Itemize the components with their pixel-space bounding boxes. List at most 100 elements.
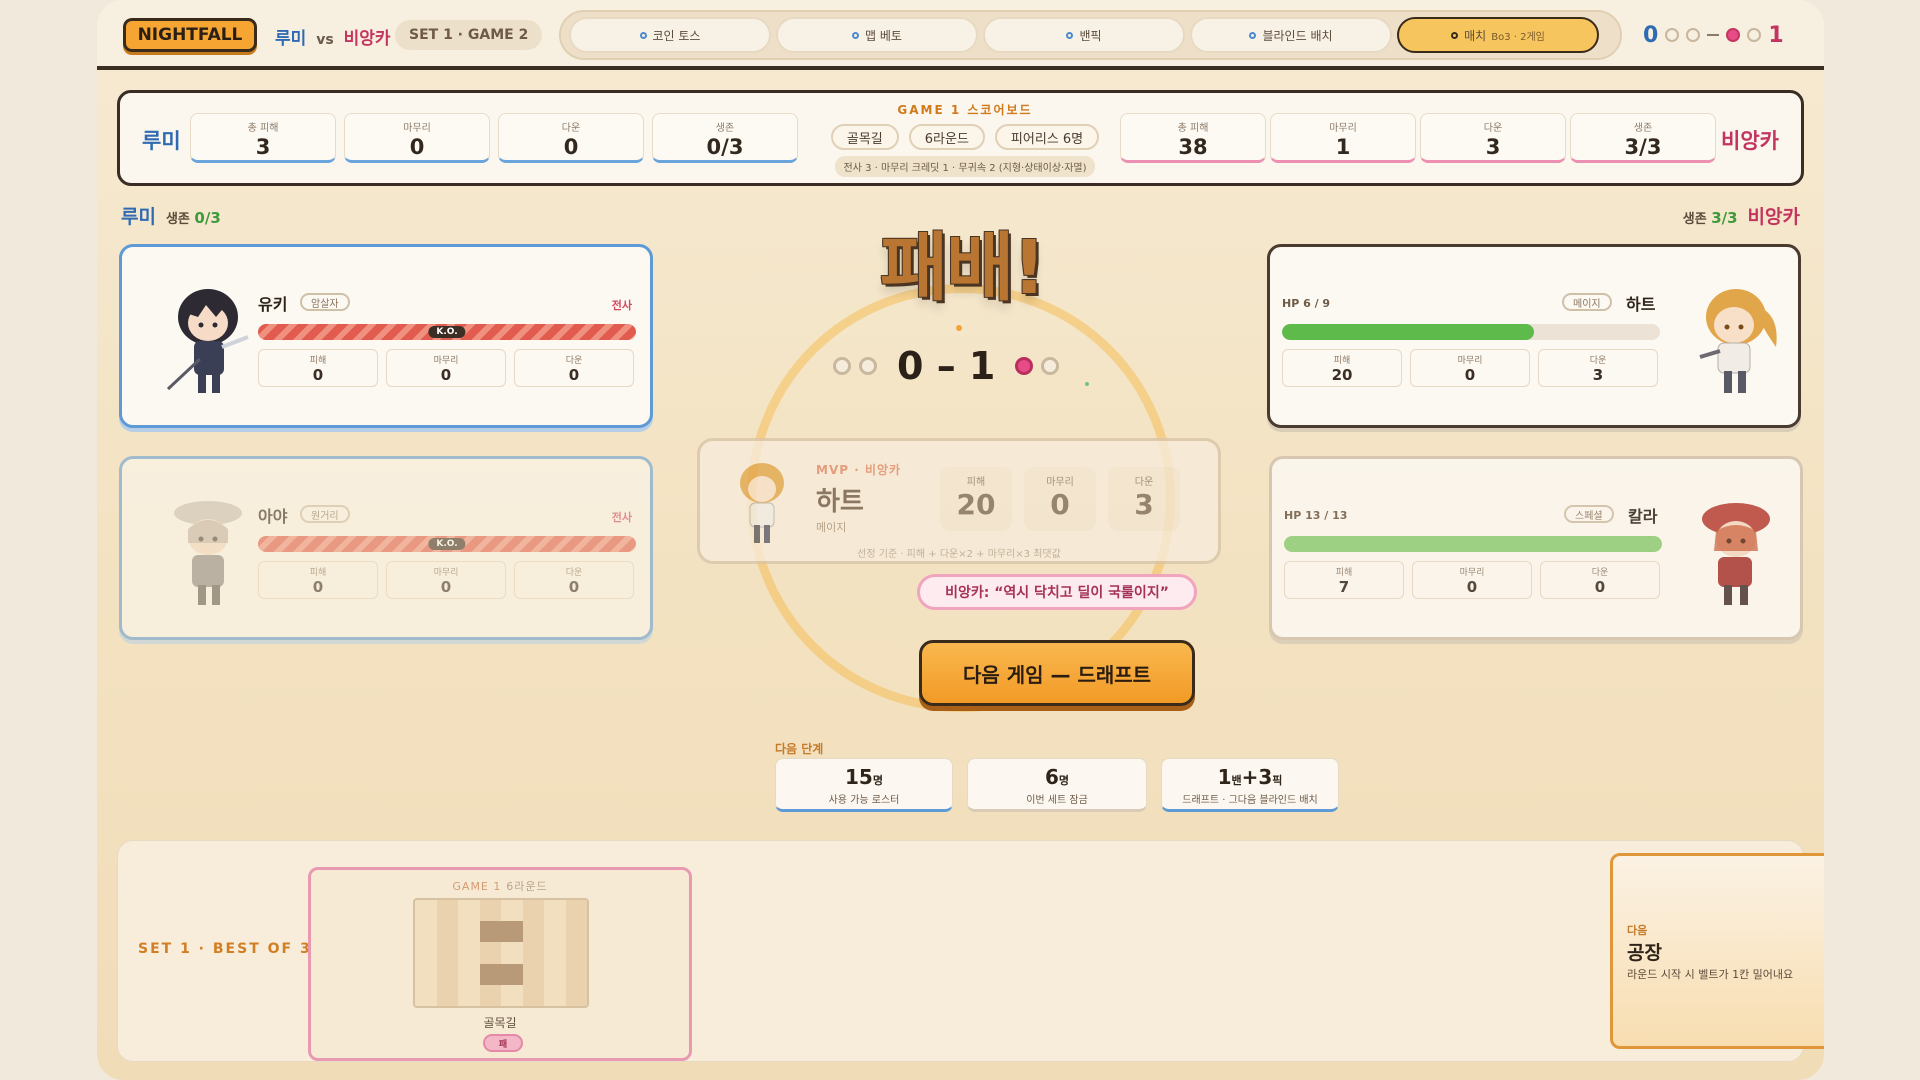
unit-card-kala[interactable]: HP 13 / 13 스페셜 칼라 피해 7 마무리 0 다운 0 <box>1269 456 1803 640</box>
scoreboard-left-name: 루미 <box>142 129 181 153</box>
stat-label: 다운 <box>565 356 583 366</box>
score-dash: – <box>936 344 956 388</box>
score-right: 1 <box>968 344 996 388</box>
next-value-number: 1 <box>1217 765 1232 789</box>
stat-finishes-right: 마무리 1 <box>1270 113 1416 163</box>
stat-value: 3/3 <box>1624 135 1662 159</box>
mvp-stat-finishes: 마무리 0 <box>1024 467 1096 531</box>
stat-total-damage-right: 총 피해 38 <box>1120 113 1266 163</box>
phase-match[interactable]: 매치 Bo3 · 2게임 <box>1397 17 1599 53</box>
series-pip-left-1 <box>1665 28 1680 42</box>
stat-label: 피해 <box>1333 356 1351 366</box>
unit-stat-damage: 피해 0 <box>258 349 378 387</box>
mvp-basis: 선정 기준 · 피해 + 다운×2 + 마무리×3 최댓값 <box>857 549 1061 560</box>
stat-label: 마무리 <box>1459 568 1485 578</box>
mvp-name: 하트 <box>816 487 864 517</box>
opponent-quote-bubble: 비앙카: “역시 닥치고 딜이 국룰이지” <box>917 574 1197 610</box>
series-score: 0 1 <box>1643 18 1784 52</box>
team-header-left: 루미 생존 0/3 <box>121 202 221 229</box>
fearless-pill: 피어리스 6명 <box>994 124 1100 150</box>
mvp-stat-damage: 피해 20 <box>940 467 1012 531</box>
next-value-number: 15 <box>845 765 873 789</box>
upcoming-map-card[interactable]: 다음 공장 라운드 시작 시 벨트가 1칸 밀어내요 <box>1610 853 1824 1049</box>
alive-label: 생존 <box>165 212 190 227</box>
next-desc: 사용 가능 로스터 <box>828 795 900 806</box>
stat-downs-right: 다운 3 <box>1420 113 1566 163</box>
unit-card-heart[interactable]: HP 6 / 9 메이지 하트 피해 20 마무리 0 다운 3 <box>1267 244 1801 428</box>
game-card-rounds: 6라운드 <box>506 880 548 893</box>
phase-label: 밴픽 <box>1079 28 1102 43</box>
special-portrait-icon <box>1702 503 1770 605</box>
unit-name: 칼라 <box>1628 507 1658 526</box>
phase-ban-pick[interactable]: 밴픽 <box>983 17 1185 53</box>
next-stage-lock: 6명 이번 세트 잠금 <box>967 758 1147 812</box>
stat-label: 다운 <box>1483 123 1503 134</box>
next-stage-label: 다음 단계 <box>775 742 824 756</box>
stat-label: 마무리 <box>1329 123 1357 134</box>
stat-label: 총 피해 <box>1177 123 1209 134</box>
matchup-label: 루미 vs 비앙카 <box>275 24 391 49</box>
unit-stat-downs: 다운 0 <box>514 561 634 599</box>
mvp-card: MVP · 비앙카 하트 메이지 피해 20 마무리 0 다운 3 선정 기준 … <box>697 438 1221 564</box>
unit-name: 유키 <box>258 295 288 314</box>
phase-blind-placement[interactable]: 블라인드 배치 <box>1190 17 1392 53</box>
assassin-portrait-icon <box>166 289 249 393</box>
set-game-pill: SET 1 · GAME 2 <box>395 20 543 50</box>
unit-stat-finishes: 마무리 0 <box>1410 349 1530 387</box>
stat-value: 0 <box>1466 578 1478 596</box>
game-frame: NIGHTFALL 루미 vs 비앙카 SET 1 · GAME 2 코인 토스… <box>97 0 1824 1080</box>
scoreboard-title: GAME 1 스코어보드 <box>897 103 1033 117</box>
stat-value: 0 <box>409 135 425 159</box>
stat-value: 1 <box>1335 135 1351 159</box>
unit-role-badge: 스페셜 <box>1564 505 1614 523</box>
phase-coin-toss[interactable]: 코인 토스 <box>569 17 771 53</box>
unit-stat-damage: 피해 20 <box>1282 349 1402 387</box>
score-pip-left-1 <box>833 357 851 375</box>
scoreboard-pills: 골목길 6라운드 피어리스 6명 <box>820 124 1110 150</box>
result-score-row: 0 – 1 <box>833 344 1060 388</box>
ranger-portrait-icon <box>174 501 242 605</box>
stat-value: 0 <box>440 578 452 596</box>
mvp-role: 메이지 <box>816 521 847 534</box>
alive-value: 0/3 <box>194 209 221 227</box>
spark-decoration <box>956 325 962 331</box>
unit-stat-damage: 피해 0 <box>258 561 378 599</box>
unit-role-badge: 암살자 <box>300 293 350 311</box>
unit-hp-label: HP 13 / 13 <box>1284 509 1348 522</box>
unit-card-aya[interactable]: 아야 원거리 전사 K.O. 피해 0 마무리 0 다운 0 <box>119 456 653 640</box>
next-value-number: 6 <box>1044 765 1059 789</box>
team-right-name: 비앙카 <box>1747 206 1800 228</box>
game-1-card[interactable]: GAME 1 6라운드 골목길 패 <box>308 867 692 1061</box>
next-game-draft-button[interactable]: 다음 게임 — 드래프트 <box>919 640 1195 706</box>
player-left-name: 루미 <box>275 29 307 49</box>
unit-stat-downs: 다운 0 <box>1540 561 1660 599</box>
defeat-title: 패배! <box>880 225 1046 311</box>
unit-stat-finishes: 마무리 0 <box>386 349 506 387</box>
unit-stat-finishes: 마무리 0 <box>386 561 506 599</box>
unit-status: 전사 <box>611 511 632 524</box>
phase-label: 맵 베토 <box>865 28 902 43</box>
stat-label: 마무리 <box>433 356 459 366</box>
alive-value: 3/3 <box>1711 209 1738 227</box>
stat-value: 0/3 <box>706 135 744 159</box>
unit-hp-bar <box>1282 324 1660 340</box>
stat-value: 0 <box>312 578 324 596</box>
upcoming-map-name: 공장 <box>1627 942 1662 964</box>
stat-label: 피해 <box>966 477 986 488</box>
scoreboard-note: 전사 3 · 마무리 크레딧 1 · 무귀속 2 (지형·상태이상·자멸) <box>835 156 1095 177</box>
game-card-header: GAME 1 6라운드 <box>311 878 689 894</box>
stat-label: 다운 <box>561 123 581 134</box>
score-pip-left-2 <box>859 357 877 375</box>
map-thumbnail <box>413 898 589 1008</box>
phase-label: 블라인드 배치 <box>1262 28 1333 43</box>
game-card-map-name: 골목길 <box>483 1016 517 1030</box>
stat-value: 3 <box>1592 366 1604 384</box>
unit-hp-bar <box>1284 536 1662 552</box>
phase-dot-icon <box>1451 31 1459 39</box>
vs-text: vs <box>316 32 334 48</box>
stat-value: 0 <box>568 578 580 596</box>
phase-map-veto[interactable]: 맵 베토 <box>776 17 978 53</box>
spark-decoration <box>1085 382 1089 386</box>
stat-label: 마무리 <box>433 568 459 578</box>
unit-card-yuki[interactable]: 유키 암살자 전사 K.O. 피해 0 마무리 0 다운 0 <box>119 244 653 428</box>
